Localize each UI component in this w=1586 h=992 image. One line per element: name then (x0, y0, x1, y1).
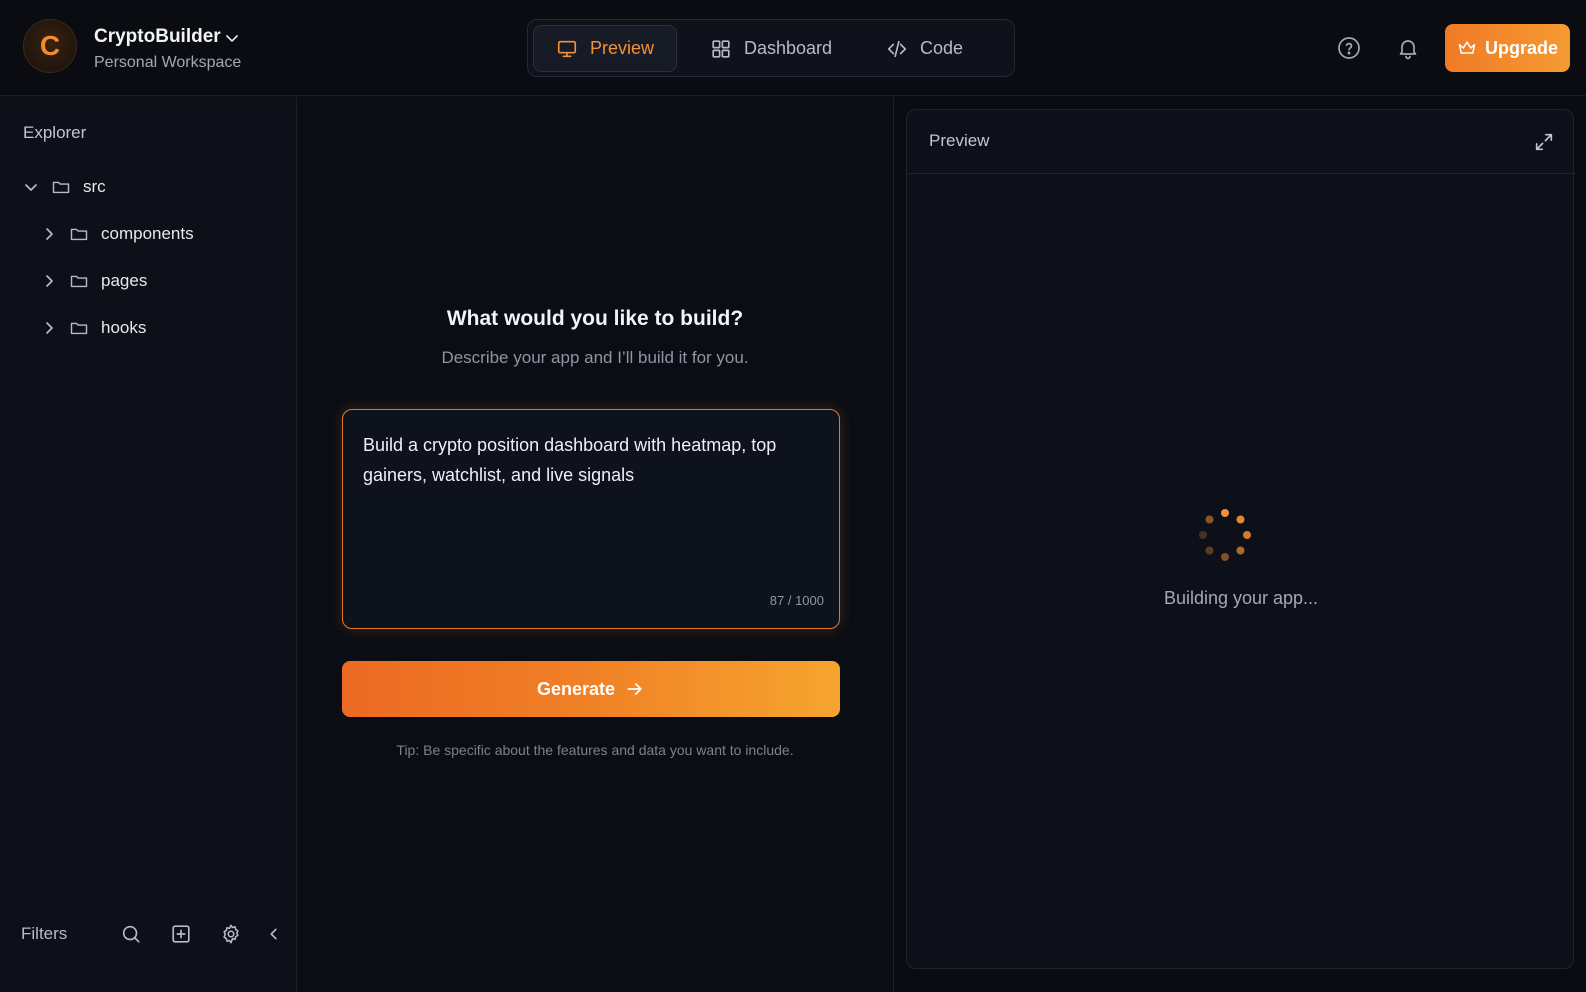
preview-panel: Preview Building your app... (906, 109, 1575, 969)
tab-code[interactable]: Code (864, 25, 985, 72)
avatar-letter: C (39, 30, 61, 61)
builder-panel: What would you like to build? Describe y… (298, 97, 892, 992)
upgrade-button[interactable]: Upgrade (1445, 24, 1570, 72)
builder-tip: Tip: Be specific about the features and … (396, 742, 794, 758)
tree-item-hooks[interactable]: hooks (41, 313, 146, 343)
arrow-right-icon (627, 683, 642, 695)
builder-title: What would you like to build? (446, 307, 744, 330)
view-tabs: Preview Dashboard Code (527, 19, 1015, 77)
tree-item-label: src (83, 177, 106, 196)
collapse-sidebar-icon[interactable] (263, 923, 285, 945)
top-bar: C CryptoBuilder Personal Workspace Previ… (0, 0, 1586, 96)
bell-icon[interactable] (1396, 36, 1420, 60)
gear-icon[interactable] (220, 923, 242, 945)
workspace-avatar[interactable]: C (23, 19, 77, 73)
tree-item-src[interactable]: src (23, 172, 106, 202)
tab-label: Code (920, 38, 964, 58)
char-count: 87 / 1000 (769, 593, 824, 608)
tab-dashboard[interactable]: Dashboard (688, 25, 854, 72)
chevron-down-icon[interactable] (23, 179, 39, 195)
builder-subtitle: Describe your app and I’ll build it for … (441, 348, 749, 367)
crown-icon (1458, 41, 1476, 54)
upgrade-label: Upgrade (1484, 37, 1558, 58)
tree-item-label: components (101, 224, 194, 243)
build-status: Building your app... (1163, 588, 1319, 608)
sidebar-footer: Filters (0, 915, 297, 955)
chevron-right-icon[interactable] (41, 273, 57, 289)
prompt-box: Build a crypto position dashboard with h… (342, 409, 840, 629)
new-file-icon[interactable] (170, 923, 192, 945)
tab-preview[interactable]: Preview (533, 25, 678, 72)
preview-area: Preview Building your app... (893, 97, 1586, 992)
monitor-icon (557, 40, 577, 57)
folder-icon (52, 181, 70, 194)
chevron-right-icon[interactable] (41, 226, 57, 242)
workspace-name[interactable]: CryptoBuilder (94, 26, 221, 48)
grid-icon (712, 39, 730, 58)
explorer-title: Explorer (23, 123, 87, 142)
generate-label: Generate (536, 678, 616, 699)
expand-icon[interactable] (1533, 131, 1555, 153)
workspace-subtitle: Personal Workspace (94, 54, 242, 71)
folder-icon (70, 228, 88, 241)
tab-label: Dashboard (744, 38, 833, 58)
folder-icon (70, 322, 88, 335)
chevron-right-icon[interactable] (41, 320, 57, 336)
file-explorer: Explorer src components pages hooks Filt… (0, 97, 297, 992)
tree-item-pages[interactable]: pages (41, 266, 147, 296)
preview-header: Preview (907, 110, 1575, 174)
tree-item-label: pages (101, 271, 148, 290)
tab-label: Preview (590, 38, 655, 58)
tree-item-label: hooks (101, 318, 147, 337)
prompt-input[interactable]: Build a crypto position dashboard with h… (363, 430, 821, 520)
search-icon[interactable] (120, 923, 142, 945)
generate-button[interactable]: Generate (342, 661, 840, 717)
code-icon (887, 40, 907, 57)
help-icon[interactable] (1337, 36, 1361, 60)
filters-label[interactable]: Filters (21, 924, 67, 944)
loading-spinner-icon (1199, 509, 1251, 561)
chevron-down-icon[interactable] (224, 30, 240, 46)
preview-title: Preview (929, 131, 990, 150)
folder-icon (70, 275, 88, 288)
tree-item-components[interactable]: components (41, 219, 194, 249)
